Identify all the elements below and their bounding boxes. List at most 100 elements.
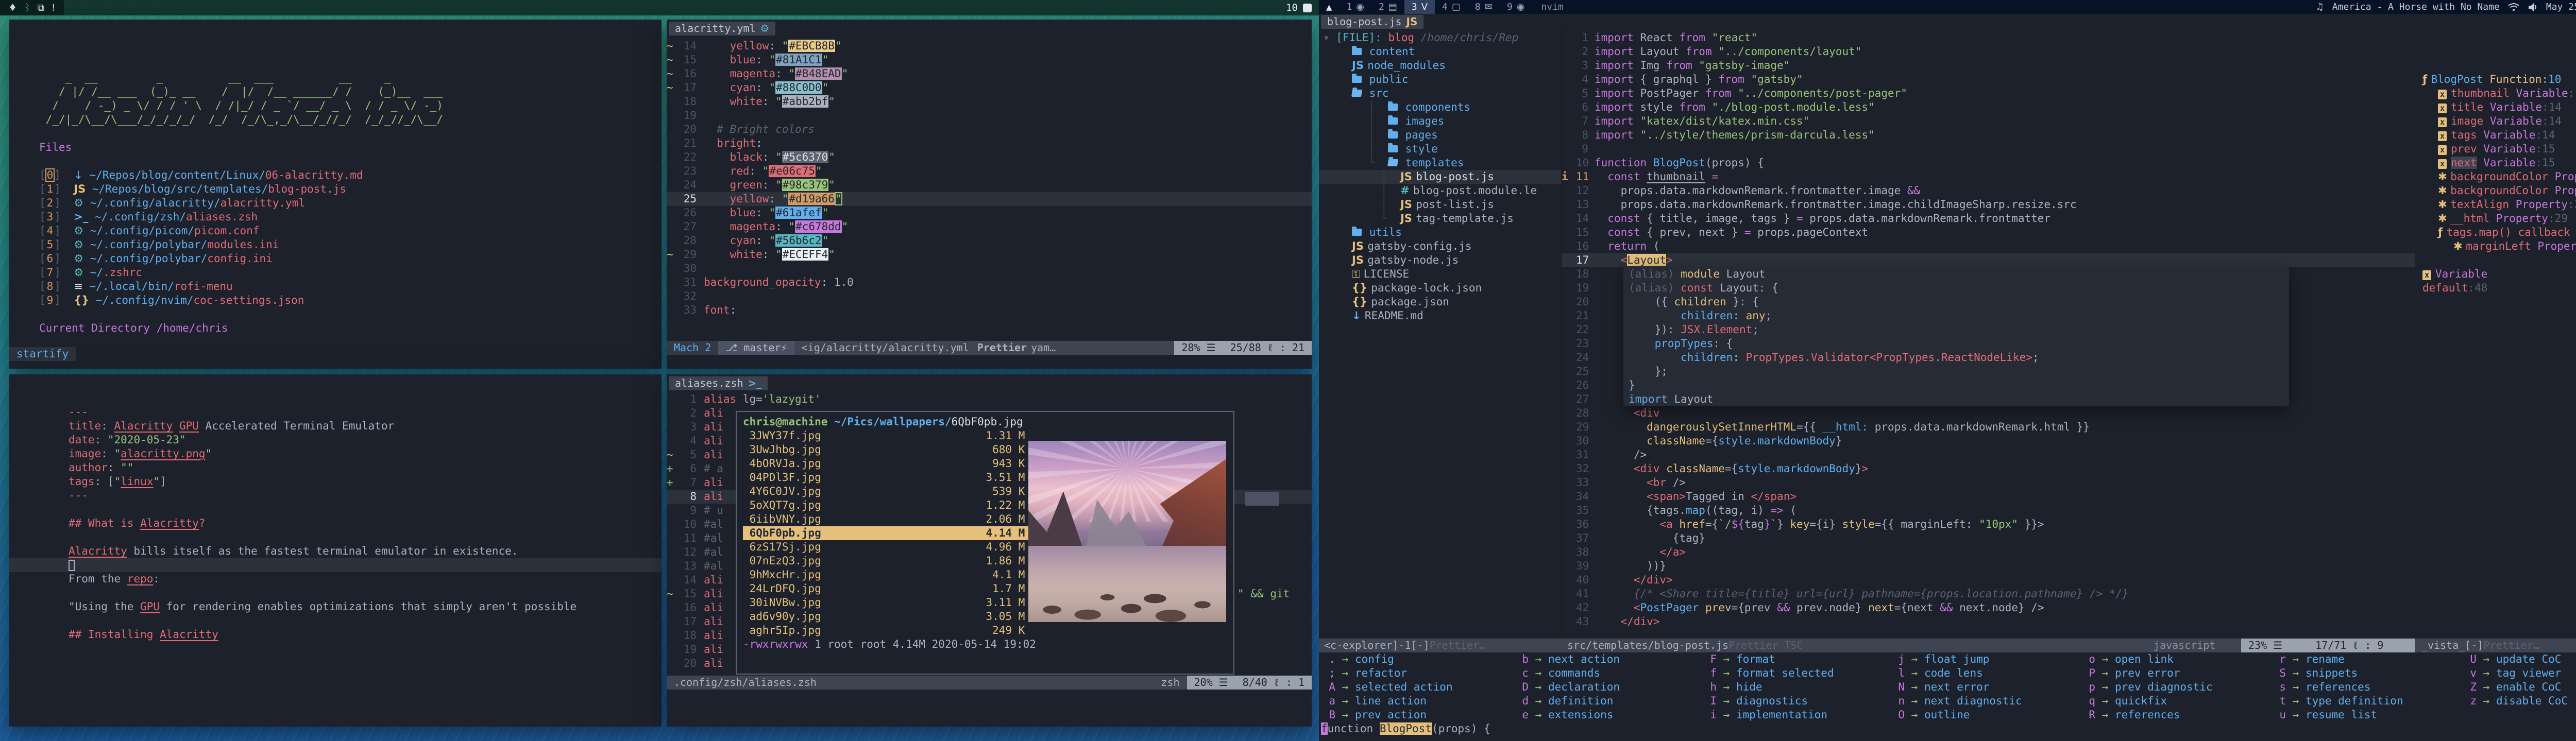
whichkey-binding[interactable]: n → next diagnostic [1893, 694, 2022, 708]
tree-item[interactable]: │ # blog-post.module.le [1319, 184, 1561, 198]
tree-item[interactable]: content [1319, 45, 1561, 59]
whichkey-binding[interactable]: b → next action [1517, 652, 1620, 666]
whichkey-binding[interactable]: . → config [1324, 652, 1453, 666]
picker-file-row[interactable]: 4bORVJa.jpg943 K [743, 457, 1031, 471]
symbol-item[interactable]: ✱ backgroundColor Property: [2415, 184, 2576, 198]
symbol-item[interactable]: xthumbnail Variable:11 [2415, 87, 2576, 100]
symbol-item[interactable]: xprev Variable:15 [2415, 142, 2576, 156]
tree-item[interactable]: │ components [1319, 100, 1561, 114]
whichkey-binding[interactable]: l → code lens [1893, 666, 2022, 680]
workspace-switcher[interactable]: 1◉2▤3V4▢8✉9◉ [1339, 0, 1532, 14]
tree-item[interactable]: src [1319, 87, 1561, 100]
workspace-4[interactable]: 4▢ [1435, 0, 1468, 14]
tree-item[interactable]: │ JS blog-post.js [1319, 170, 1561, 184]
alert-icon[interactable]: ! [52, 2, 56, 13]
symbol-item[interactable]: ✱ textAlign Property:25 [2415, 198, 2576, 212]
symbol-item[interactable]: xtitle Variable:14 [2415, 100, 2576, 114]
startify-entry[interactable]: [6] ⚙ ~/.config/polybar/config.ini [39, 252, 450, 266]
picker-file-row[interactable]: 9hMxcHr.jpg4.1 M [743, 568, 1031, 582]
whichkey-binding[interactable]: t → type definition [2275, 694, 2403, 708]
workspace-3[interactable]: 3V [1404, 0, 1435, 14]
bluetooth-icon[interactable]: ᛒ [24, 2, 30, 13]
picker-file-row[interactable]: ad6v90y.jpg3.05 M [743, 610, 1031, 624]
symbol-item[interactable]: xtags Variable:14 [2415, 128, 2576, 142]
whichkey-binding[interactable]: z → disable CoC [2465, 694, 2568, 708]
picker-file-row[interactable]: 3UwJhbg.jpg680 K [743, 443, 1031, 457]
startify-entry[interactable]: [3] >_ ~/.config/zsh/aliases.zsh [39, 210, 450, 224]
whichkey-binding[interactable]: a → line action [1324, 694, 1453, 708]
window-markdown-blogpost[interactable]: ---title: Alacritty GPU Accelerated Term… [9, 374, 662, 727]
tree-item[interactable]: {} package.json [1319, 295, 1561, 309]
file-picker-float[interactable]: chris@machine ~/Pics/wallpapers/6QbF0pb.… [736, 411, 1234, 675]
whichkey-binding[interactable]: p → prev diagnostic [2084, 680, 2213, 694]
code-pane[interactable]: 1import React from "react" 2import Layou… [1561, 29, 2415, 639]
whichkey-binding[interactable]: v → tag viewer [2465, 666, 2568, 680]
picker-file-row[interactable]: aghr5Ip.jpg249 K [743, 624, 1031, 637]
startify-entry[interactable]: [9] {} ~/.config/nvim/coc-settings.json [39, 294, 450, 307]
neovim-editor[interactable]: blog-post.js JS ▾ [FILE]: blog /home/chr… [1319, 14, 2576, 741]
picker-file-row[interactable]: 04PDl3F.jpg3.51 M [743, 471, 1031, 485]
picker-file-row[interactable]: 07nEzQ3.jpg1.86 M [743, 554, 1031, 568]
whichkey-binding[interactable]: o → open link [2084, 652, 2213, 666]
whichkey-binding[interactable]: q → quickfix [2084, 694, 2213, 708]
startify-entry[interactable]: [4] ⚙ ~/.config/picom/picom.conf [39, 224, 450, 238]
whichkey-binding[interactable]: O → outline [1893, 708, 2022, 722]
tree-item[interactable]: │ style [1319, 142, 1561, 156]
window-alacritty-yml[interactable]: alacritty.yml⚙~14 yellow: "#EBCB8B"~15 b… [667, 20, 1312, 369]
picker-file-row[interactable]: 3JWY37f.jpg1.31 M [743, 429, 1031, 443]
symbol-item[interactable]: ✱ marginLeft Property:36 [2415, 239, 2576, 253]
whichkey-binding[interactable]: u → resume list [2275, 708, 2403, 722]
startify-entry[interactable]: [0] ↓ ~/Repos/blog/content/Linux/06-alac… [39, 168, 450, 182]
symbol-item[interactable]: ✱ __html Property:29 [2415, 212, 2576, 226]
whichkey-binding[interactable]: r → rename [2275, 652, 2403, 666]
tree-item[interactable]: utils [1319, 226, 1561, 239]
symbol-item[interactable]: xnext Variable:15 [2415, 156, 2576, 170]
tree-item[interactable]: JS node_modules [1319, 59, 1561, 73]
tree-item[interactable]: └ templates [1319, 156, 1561, 170]
symbol-item[interactable]: default:48 [2415, 281, 2576, 295]
startify-entry[interactable]: [1] JS ~/Repos/blog/src/templates/blog-p… [39, 182, 450, 196]
discord-icon[interactable]: ♦ [8, 2, 17, 13]
tab-alacritty-yml[interactable]: alacritty.yml⚙ [669, 22, 775, 36]
picker-file-row[interactable]: 24LrDFQ.jpg1.7 M [743, 582, 1031, 596]
picker-file-row[interactable]: 4Y6C0JV.jpg539 K [743, 485, 1031, 498]
tab-aliases-zsh[interactable]: aliases.zsh>_ [669, 376, 768, 390]
whichkey-binding[interactable]: B → prev action [1324, 708, 1453, 722]
window-aliases-zsh[interactable]: aliases.zsh>_ 1alias lg='lazygit' 2ali 3… [667, 374, 1312, 727]
whichkey-binding[interactable]: d → definition [1517, 694, 1620, 708]
whichkey-binding[interactable]: R → references [2084, 708, 2213, 722]
picker-file-row[interactable]: 30iNVBw.jpg3.11 M [743, 596, 1031, 610]
tree-item[interactable]: └ JS tag-template.js [1319, 212, 1561, 226]
whichkey-binding[interactable]: F → format [1705, 652, 1834, 666]
symbol-item[interactable]: xVariable [2415, 267, 2576, 281]
window-startify[interactable]: _ __ _ __ ___ __ _ / |/ /__ ___ (_)_ __ … [9, 20, 662, 369]
workspace-9[interactable]: 9◉ [1500, 0, 1532, 14]
whichkey-binding[interactable]: ; → refactor [1324, 666, 1453, 680]
file-explorer-pane[interactable]: ▾ [FILE]: blog /home/chris/Rep contentJS… [1319, 29, 1561, 639]
whichkey-binding[interactable]: f → format selected [1705, 666, 1834, 680]
startify-entry[interactable]: [8] ≡ ~/.local/bin/rofi-menu [39, 280, 450, 294]
startify-entry[interactable]: [7] ⚙ ~/.zshrc [39, 266, 450, 280]
symbol-item[interactable]: ✱ backgroundColor Property: [2415, 170, 2576, 184]
tree-item[interactable]: │ images [1319, 114, 1561, 128]
tree-item[interactable]: JS gatsby-config.js [1319, 239, 1561, 253]
whichkey-binding[interactable]: A → selected action [1324, 680, 1453, 694]
tree-item[interactable]: JS gatsby-node.js [1319, 253, 1561, 267]
workspace-1[interactable]: 1◉ [1339, 0, 1371, 14]
tree-item[interactable]: │ pages [1319, 128, 1561, 142]
tree-item[interactable]: public [1319, 73, 1561, 87]
startify-entry[interactable]: [5] ⚙ ~/.config/polybar/modules.ini [39, 238, 450, 252]
workspace-8[interactable]: 8✉ [1468, 0, 1500, 14]
tree-item[interactable]: ⚿ LICENSE [1319, 267, 1561, 281]
whichkey-binding[interactable]: h → hide [1705, 680, 1834, 694]
whichkey-binding[interactable]: c → commands [1517, 666, 1620, 680]
whichkey-binding[interactable]: e → extensions [1517, 708, 1620, 722]
picker-file-row[interactable]: 6zS17Sj.jpg4.96 M [743, 540, 1031, 554]
whichkey-binding[interactable]: i → implementation [1705, 708, 1834, 722]
tree-item[interactable]: ↓ README.md [1319, 309, 1561, 323]
whichkey-binding[interactable]: S → snippets [2275, 666, 2403, 680]
display-icon[interactable]: ⧉ [37, 2, 44, 13]
whichkey-binding[interactable]: D → declaration [1517, 680, 1620, 694]
whichkey-binding[interactable]: s → references [2275, 680, 2403, 694]
volume-icon[interactable] [2528, 3, 2538, 12]
